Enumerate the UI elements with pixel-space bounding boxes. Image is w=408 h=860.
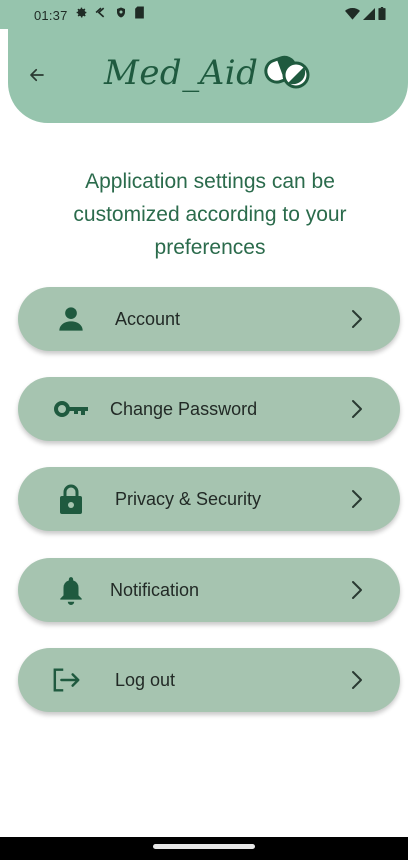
logout-icon: [52, 648, 82, 712]
chevron-right-icon: [350, 467, 364, 531]
wifi-icon: [345, 7, 360, 20]
gear-icon: [75, 6, 88, 19]
home-gesture-handle[interactable]: [153, 844, 255, 849]
battery-icon: [378, 7, 386, 20]
menu-item-notification[interactable]: Notification: [18, 558, 400, 622]
signal-icon: [363, 7, 375, 20]
cast-icon: [95, 6, 108, 19]
app-header: Med_Aid: [8, 29, 408, 123]
menu-item-label: Account: [115, 309, 181, 329]
chevron-right-icon: [350, 377, 364, 441]
status-bar: 01:37: [0, 0, 408, 29]
status-icons-right: [345, 7, 386, 20]
system-nav-bar: [0, 837, 408, 860]
menu-item-label: Notification: [110, 580, 200, 600]
menu-item-label: Change Password: [110, 399, 258, 419]
menu-item-label: Privacy & Security: [115, 489, 262, 509]
menu-item-account[interactable]: Account: [18, 287, 400, 351]
back-button[interactable]: [24, 64, 50, 90]
arrow-left-icon: [28, 66, 46, 89]
person-icon: [56, 287, 86, 351]
pill-icon: [260, 49, 312, 98]
menu-item-log-out[interactable]: Log out: [18, 648, 400, 712]
menu-item-change-password[interactable]: Change Password: [18, 377, 400, 441]
shield-icon: [115, 6, 127, 19]
chevron-right-icon: [350, 558, 364, 622]
menu-item-label: Log out: [115, 670, 176, 690]
key-icon: [54, 377, 90, 441]
lock-icon: [56, 467, 86, 531]
brand-logo: Med_Aid: [104, 43, 312, 103]
status-time: 01:37: [34, 8, 68, 23]
bell-icon: [56, 558, 86, 622]
chevron-right-icon: [350, 648, 364, 712]
sd-card-icon: [134, 6, 145, 19]
status-icons-left: [75, 6, 145, 19]
chevron-right-icon: [350, 287, 364, 351]
brand-text: Med_Aid: [104, 53, 259, 93]
menu-item-privacy-security[interactable]: Privacy & Security: [18, 467, 400, 531]
settings-intro-text: Application settings can be customized a…: [73, 170, 347, 259]
